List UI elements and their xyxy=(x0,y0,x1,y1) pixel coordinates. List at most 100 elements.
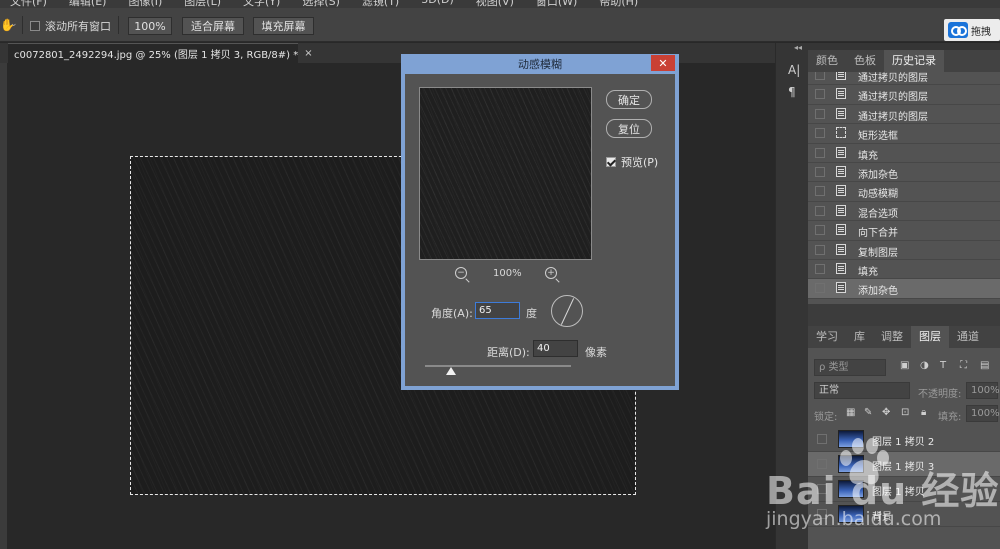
zoom-100-button[interactable]: 100% xyxy=(128,17,172,35)
layer-filter-select[interactable]: ρ 类型 xyxy=(814,359,886,376)
reset-button[interactable]: 复位 xyxy=(606,119,652,138)
history-item[interactable]: 通过拷贝的图层 xyxy=(808,72,1000,86)
lock-all-icon[interactable]: 🔒︎ xyxy=(921,407,926,418)
divider xyxy=(22,16,23,34)
history-snapshot-box[interactable] xyxy=(815,244,825,255)
shape-filter-icon[interactable]: ⛶ xyxy=(960,360,967,371)
preview-checkbox[interactable]: 预览(P) xyxy=(606,154,658,170)
smart-object-filter-icon[interactable]: ▤ xyxy=(980,360,989,371)
history-snapshot-box[interactable] xyxy=(815,108,825,119)
history-snapshot-box[interactable] xyxy=(815,205,825,216)
zoom-out-icon[interactable]: − xyxy=(455,267,467,279)
history-state-icon xyxy=(836,146,846,158)
close-icon[interactable]: × xyxy=(304,48,312,59)
history-item-label: 矩形选框 xyxy=(858,131,898,143)
character-panel-icon[interactable]: A| xyxy=(788,63,800,77)
menu-item[interactable]: 图像(I) xyxy=(128,0,162,8)
dialog-close-button[interactable]: ✕ xyxy=(651,55,675,71)
history-state-icon xyxy=(836,262,846,274)
history-item[interactable]: 通过拷贝的图层 xyxy=(808,105,1000,125)
history-item[interactable]: 矩形选框 xyxy=(808,124,1000,144)
history-item[interactable]: 填充 xyxy=(808,260,1000,280)
menu-item[interactable]: 帮助(H) xyxy=(599,0,638,8)
history-panel-tabs: 颜色 色板 历史记录 xyxy=(808,50,1000,72)
layers-panel-tab[interactable]: 学习 xyxy=(808,326,846,348)
opacity-label: 不透明度: xyxy=(918,389,962,400)
history-snapshot-box[interactable] xyxy=(815,147,825,158)
history-item[interactable]: 向下合并 xyxy=(808,221,1000,241)
distance-unit: 像素 xyxy=(585,346,607,359)
menu-item[interactable]: 编辑(E) xyxy=(69,0,107,8)
zoom-in-icon[interactable]: + xyxy=(545,267,557,279)
menu-item[interactable]: 窗口(W) xyxy=(536,0,577,8)
distance-input[interactable]: 40 xyxy=(533,340,578,357)
menu-item[interactable]: 选择(S) xyxy=(302,0,340,8)
watermark-url: jingyan.baidu.com xyxy=(766,508,942,530)
lock-pixels-icon[interactable]: ✎ xyxy=(864,407,872,418)
chevron-down-icon[interactable]: ⌄ xyxy=(10,19,18,29)
preview-zoom-value: 100% xyxy=(493,268,522,279)
history-snapshot-box[interactable] xyxy=(815,128,825,139)
history-snapshot-box[interactable] xyxy=(815,283,825,294)
left-ruler xyxy=(0,43,7,549)
history-state-icon xyxy=(836,282,846,294)
angle-needle[interactable] xyxy=(560,298,575,325)
menu-item[interactable]: 文字(Y) xyxy=(243,0,280,8)
layers-panel-tab[interactable]: 调整 xyxy=(873,326,911,348)
history-item[interactable]: 动感模糊 xyxy=(808,182,1000,202)
history-state-icon xyxy=(836,224,846,236)
lock-artboard-icon[interactable]: ⊡ xyxy=(901,407,909,418)
fill-screen-button[interactable]: 填充屏幕 xyxy=(253,17,314,35)
distance-slider-thumb[interactable] xyxy=(446,367,457,375)
lock-position-icon[interactable]: ✥ xyxy=(882,407,890,418)
dialog-titlebar[interactable]: 动感模糊 ✕ xyxy=(401,54,679,74)
history-item-label: 通过拷贝的图层 xyxy=(858,73,928,84)
history-panel-tab[interactable]: 颜色 xyxy=(808,50,846,72)
collapse-icon[interactable]: ◂◂ xyxy=(794,43,802,52)
angle-input[interactable]: 65 xyxy=(475,302,520,319)
scroll-all-windows-checkbox[interactable]: 滚动所有窗口 xyxy=(30,18,111,34)
history-item[interactable]: 混合选项 xyxy=(808,202,1000,222)
history-snapshot-box[interactable] xyxy=(815,225,825,236)
history-panel-tab[interactable]: 历史记录 xyxy=(884,50,944,72)
history-snapshot-box[interactable] xyxy=(815,263,825,274)
fit-screen-button[interactable]: 适合屏幕 xyxy=(182,17,244,35)
angle-dial[interactable] xyxy=(551,295,583,327)
adjustment-filter-icon[interactable]: ◑ xyxy=(920,360,929,371)
history-panel-tab[interactable]: 色板 xyxy=(846,50,884,72)
blend-mode-select[interactable]: 正常 xyxy=(814,382,910,399)
history-snapshot-box[interactable] xyxy=(815,89,825,100)
ok-button[interactable]: 确定 xyxy=(606,90,652,109)
pixel-filter-icon[interactable]: ▣ xyxy=(900,360,909,371)
type-filter-icon[interactable]: T xyxy=(940,360,946,371)
share-button[interactable]: 拖拽 xyxy=(944,19,1000,41)
history-snapshot-box[interactable] xyxy=(815,186,825,197)
preview-checkbox-box[interactable] xyxy=(606,157,616,167)
history-item[interactable]: 填充 xyxy=(808,144,1000,163)
fill-input[interactable]: 100% xyxy=(966,405,1000,422)
history-state-icon xyxy=(836,165,846,177)
document-tab[interactable]: c0072801_2492294.jpg @ 25% (图层 1 拷贝 3, R… xyxy=(8,43,313,63)
document-tab-title: c0072801_2492294.jpg @ 25% (图层 1 拷贝 3, R… xyxy=(14,50,299,61)
layers-panel-tab[interactable]: 图层 xyxy=(911,326,949,348)
opacity-input[interactable]: 100% xyxy=(966,382,1000,399)
history-item[interactable]: 添加杂色 xyxy=(808,279,1000,299)
layers-panel-tab[interactable]: 通道 xyxy=(949,326,987,348)
menu-item[interactable]: 视图(V) xyxy=(476,0,514,8)
history-state-icon xyxy=(836,72,846,80)
menu-item[interactable]: 文件(F) xyxy=(10,0,47,8)
menu-item[interactable]: 图层(L) xyxy=(184,0,221,8)
history-item[interactable]: 通过拷贝的图层 xyxy=(808,85,1000,105)
filter-preview[interactable] xyxy=(419,87,592,260)
checkbox-box[interactable] xyxy=(30,21,40,31)
lock-transparent-icon[interactable]: ▦ xyxy=(846,407,855,418)
layers-panel-tab[interactable]: 库 xyxy=(846,326,873,348)
history-snapshot-box[interactable] xyxy=(815,72,825,80)
menu-item[interactable]: 滤镜(T) xyxy=(362,0,399,8)
history-item[interactable]: 添加杂色 xyxy=(808,163,1000,183)
paragraph-panel-icon[interactable]: ¶ xyxy=(788,85,796,99)
history-item[interactable]: 复制图层 xyxy=(808,241,1000,260)
menu-item[interactable]: 3D(D) xyxy=(421,0,454,8)
history-snapshot-box[interactable] xyxy=(815,166,825,177)
history-list: 通过拷贝的图层 通过拷贝的图层 通过拷贝的图层 矩形选框 填充 添加杂色 动感模糊 混合选项向… xyxy=(808,72,1000,304)
